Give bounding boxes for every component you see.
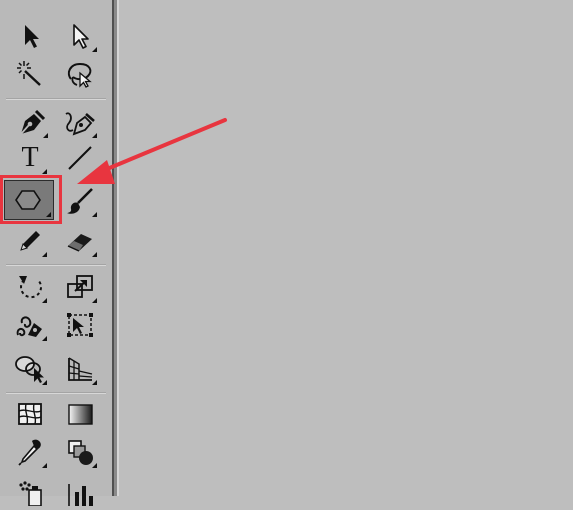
submenu-indicator: [42, 463, 47, 468]
submenu-indicator: [42, 252, 47, 257]
eraser-icon: [67, 234, 92, 252]
annotation-highlight-box: [0, 175, 62, 224]
scale-tool[interactable]: [62, 269, 98, 305]
arrow-black-icon: [25, 25, 39, 48]
toolbar-divider: [6, 392, 106, 394]
rotate-icon: [19, 276, 42, 299]
symbol-sprayer-tool[interactable]: [12, 474, 48, 510]
symbol-sprayer-icon: [19, 481, 42, 506]
selection-tool[interactable]: [13, 18, 49, 54]
column-graph-tool[interactable]: [62, 474, 98, 510]
pen-icon: [20, 109, 45, 135]
eyedropper-tool[interactable]: [12, 434, 48, 470]
eraser-tool[interactable]: [62, 223, 98, 259]
submenu-indicator: [92, 252, 97, 257]
blend-tool[interactable]: [62, 434, 98, 470]
magic-wand-icon: [17, 61, 41, 86]
submenu-indicator: [43, 133, 48, 138]
artboard-canvas[interactable]: [119, 0, 573, 496]
direct-selection-tool[interactable]: [62, 18, 98, 54]
pen-tool[interactable]: [13, 104, 49, 140]
type-icon: T: [21, 142, 39, 173]
gradient-tool[interactable]: [62, 396, 98, 432]
pencil-icon: [20, 231, 40, 251]
lasso-tool[interactable]: [62, 56, 98, 92]
submenu-indicator: [42, 336, 47, 341]
warp-tool[interactable]: [12, 307, 48, 343]
scale-icon: [67, 275, 93, 298]
gradient-icon: [68, 404, 93, 425]
magic-wand-tool[interactable]: [12, 56, 48, 92]
submenu-indicator: [92, 47, 97, 52]
toolbar-divider: [6, 98, 106, 100]
free-transform-icon: [67, 313, 93, 337]
warp-icon: [16, 316, 42, 337]
toolbar-divider: [6, 264, 106, 266]
perspective-grid-tool[interactable]: [62, 351, 98, 387]
column-graph-icon: [68, 484, 93, 506]
lasso-icon: [67, 62, 92, 88]
submenu-indicator: [42, 298, 47, 303]
free-transform-tool[interactable]: [62, 307, 98, 343]
shape-builder-tool[interactable]: [12, 351, 48, 387]
submenu-indicator: [92, 380, 97, 385]
submenu-indicator: [42, 380, 47, 385]
tools-panel: T: [0, 0, 112, 506]
annotation-arrow-icon: [77, 118, 227, 184]
blend-icon: [68, 440, 93, 465]
submenu-indicator: [42, 169, 47, 174]
submenu-indicator: [92, 298, 97, 303]
type-tool[interactable]: T: [12, 140, 48, 176]
mesh-icon: [18, 403, 42, 425]
perspective-grid-icon: [68, 357, 93, 381]
eyedropper-icon: [18, 439, 41, 466]
rotate-tool[interactable]: [12, 269, 48, 305]
submenu-indicator: [92, 212, 97, 217]
arrow-white-icon: [73, 24, 89, 49]
mesh-tool[interactable]: [12, 396, 48, 432]
submenu-indicator: [92, 463, 97, 468]
pencil-tool[interactable]: [12, 223, 48, 259]
